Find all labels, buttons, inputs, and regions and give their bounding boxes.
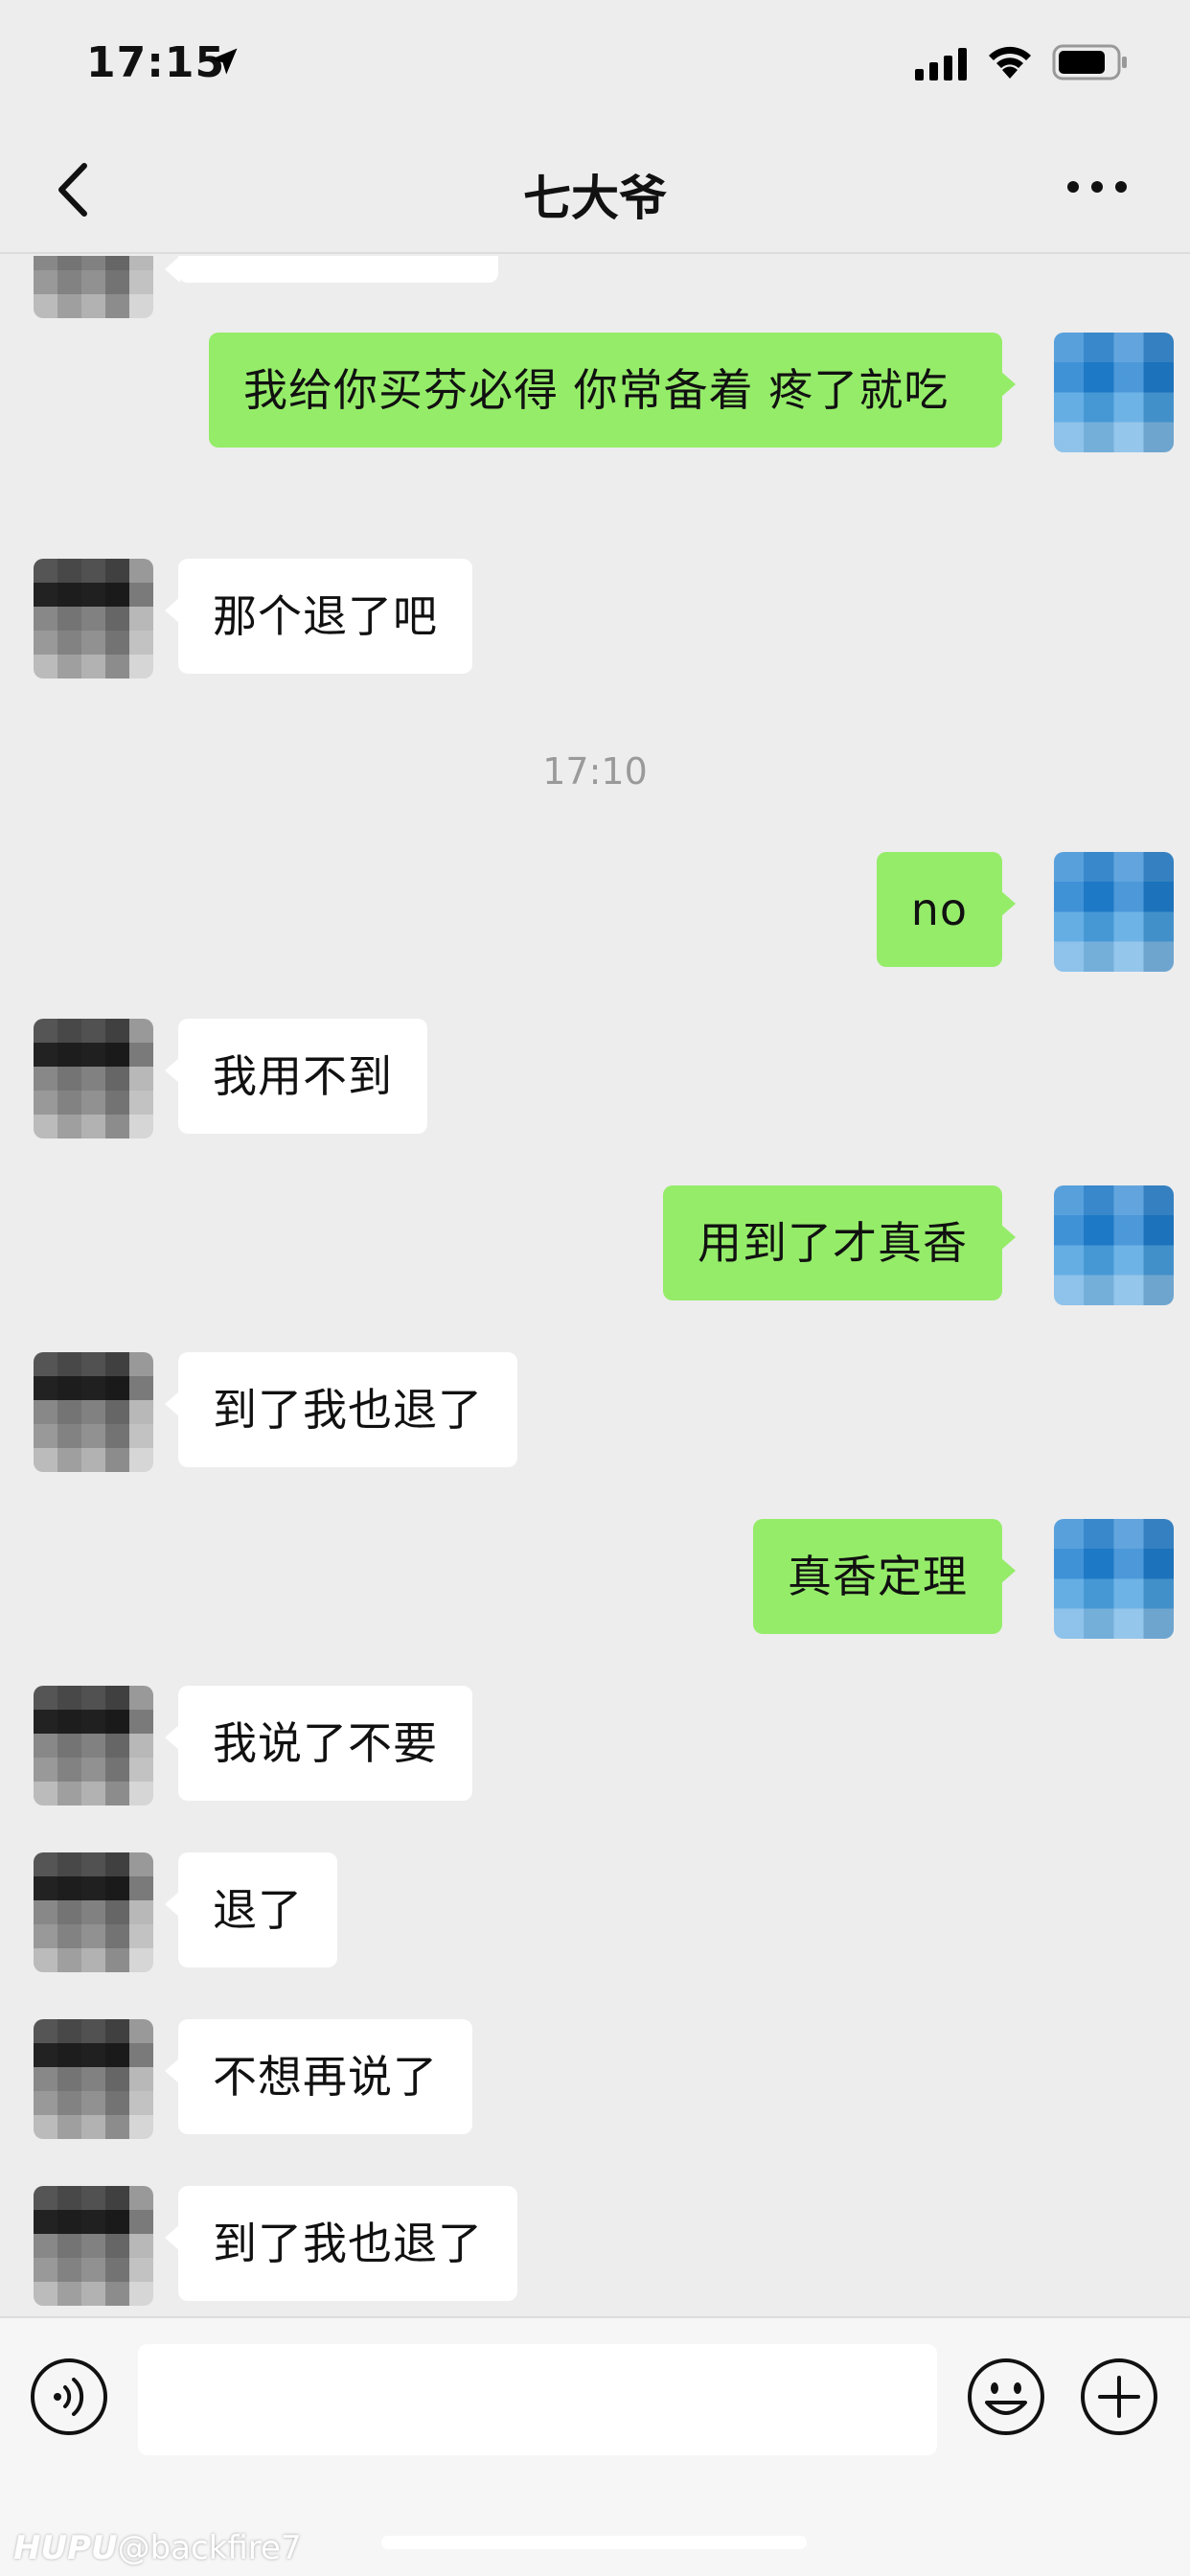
contact-avatar[interactable] — [34, 1852, 153, 1972]
signal-icon — [915, 48, 967, 80]
my-avatar[interactable] — [1054, 333, 1174, 452]
contact-avatar[interactable] — [34, 1352, 153, 1472]
voice-icon[interactable] — [29, 2357, 109, 2437]
outgoing-message[interactable]: no — [876, 852, 1017, 967]
contact-avatar[interactable] — [34, 256, 153, 318]
watermark-brand: HUPU — [13, 2529, 118, 2567]
home-indicator[interactable] — [381, 2536, 807, 2549]
incoming-message[interactable]: 到了我也退了 — [165, 1352, 517, 1467]
outgoing-message[interactable]: 真香定理 — [753, 1519, 1016, 1634]
wifi-icon — [989, 46, 1031, 79]
battery-icon — [1052, 44, 1127, 80]
outgoing-message[interactable]: 我给你买芬必得 你常备着 疼了就吃 — [209, 333, 1016, 448]
incoming-message[interactable]: 退了 — [165, 1852, 337, 1967]
message-input[interactable] — [138, 2344, 937, 2455]
nav-bar: 七大爷 — [0, 129, 1190, 254]
contact-avatar[interactable] — [34, 1686, 153, 1806]
contact-avatar[interactable] — [34, 2019, 153, 2139]
message-list[interactable]: 我给你买芬必得 你常备着 疼了就吃 那个退了吧 17:10 no 我用不到 用到… — [0, 256, 1190, 2316]
incoming-message[interactable]: 我用不到 — [165, 1019, 427, 1134]
more-dots-icon[interactable] — [1064, 168, 1131, 206]
watermark: HUPU@backfire7 — [13, 2529, 302, 2567]
my-avatar[interactable] — [1054, 1519, 1174, 1639]
contact-avatar[interactable] — [34, 559, 153, 678]
watermark-handle: @backfire7 — [117, 2529, 302, 2567]
incoming-message[interactable]: 到了我也退了 — [165, 2186, 517, 2301]
contact-avatar[interactable] — [34, 1019, 153, 1138]
location-arrow-icon — [211, 48, 238, 75]
partial-message-bubble — [165, 256, 498, 283]
incoming-message[interactable]: 那个退了吧 — [165, 559, 472, 674]
incoming-message[interactable]: 不想再说了 — [165, 2019, 472, 2134]
contact-avatar[interactable] — [34, 2186, 153, 2306]
plus-icon[interactable] — [1079, 2357, 1159, 2437]
status-time: 17:15 — [86, 38, 226, 87]
my-avatar[interactable] — [1054, 1185, 1174, 1305]
outgoing-message[interactable]: 用到了才真香 — [663, 1185, 1016, 1300]
time-divider: 17:10 — [542, 750, 648, 793]
emoji-icon[interactable] — [966, 2357, 1046, 2437]
my-avatar[interactable] — [1054, 852, 1174, 972]
status-bar: 17:15 — [0, 0, 1190, 129]
chat-title: 七大爷 — [523, 171, 667, 226]
incoming-message[interactable]: 我说了不要 — [165, 1686, 472, 1801]
input-bar: HUPU@backfire7 — [0, 2316, 1190, 2576]
